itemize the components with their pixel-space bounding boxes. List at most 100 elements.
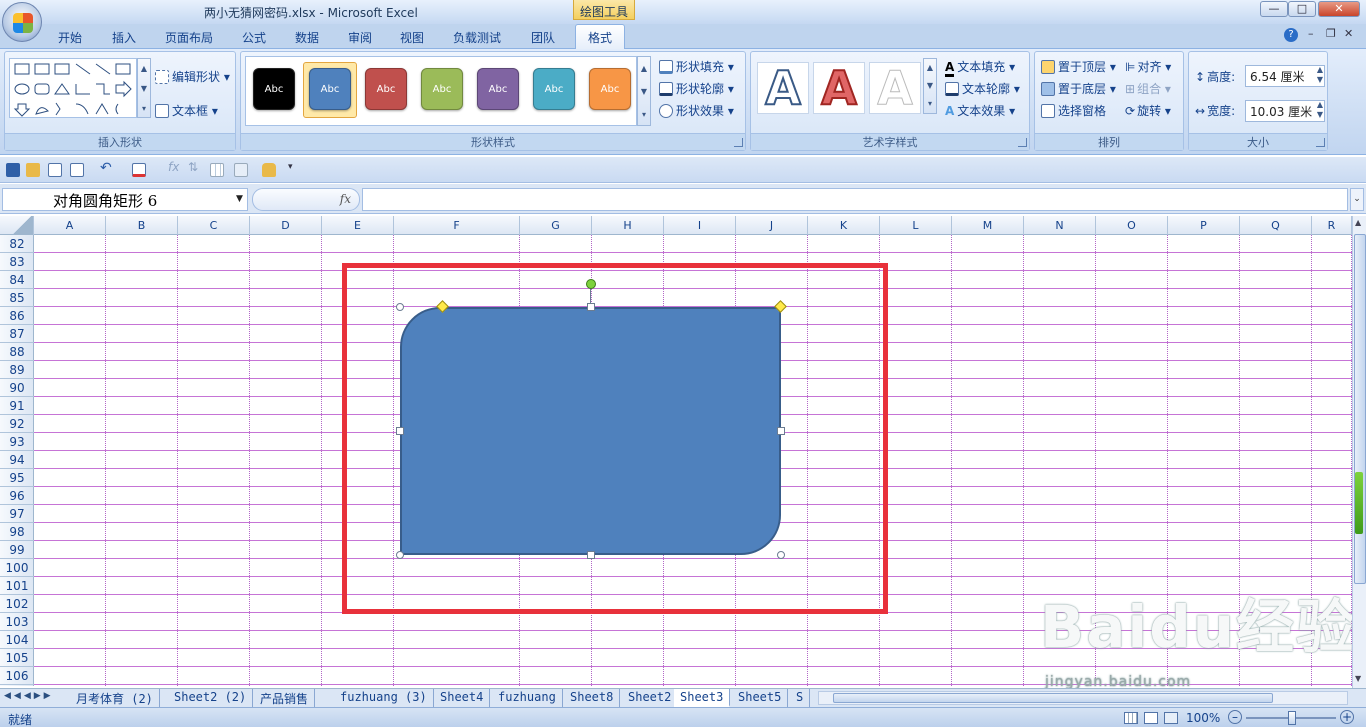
column-header-o[interactable]: O (1096, 216, 1168, 235)
horizontal-scrollbar[interactable] (818, 691, 1348, 705)
row-header-95[interactable]: 95 (0, 469, 34, 487)
maximize-button[interactable]: □ (1288, 1, 1316, 17)
close-button[interactable]: ✕ (1318, 1, 1360, 17)
row-header-87[interactable]: 87 (0, 325, 34, 343)
resize-handle-bottom[interactable] (587, 551, 595, 559)
row-header-82[interactable]: 82 (0, 235, 34, 253)
sheet-tab-5[interactable]: Sheet4 (434, 689, 491, 707)
row-header-89[interactable]: 89 (0, 361, 34, 379)
fx-icon[interactable]: fx (340, 192, 351, 206)
sheet-tab-3[interactable]: 产品销售 (254, 689, 316, 707)
row-header-105[interactable]: 105 (0, 649, 34, 667)
page-setup-icon[interactable] (70, 163, 84, 177)
sheet-nav-arrows-icon[interactable]: ◀◀◀▶▶ (4, 691, 54, 701)
column-header-l[interactable]: L (880, 216, 952, 235)
tab-review[interactable]: 审阅 (348, 27, 372, 48)
column-header-n[interactable]: N (1024, 216, 1096, 235)
resize-handle-bottom-left[interactable] (396, 551, 404, 559)
draw-border-icon[interactable] (132, 163, 146, 177)
print-preview-icon[interactable] (48, 163, 62, 177)
row-header-98[interactable]: 98 (0, 523, 34, 541)
style-swatch-red[interactable]: Abc (365, 68, 407, 110)
name-box-dropdown-icon[interactable]: ▼ (236, 194, 243, 204)
row-header-96[interactable]: 96 (0, 487, 34, 505)
rotation-handle[interactable] (586, 279, 596, 289)
row-header-97[interactable]: 97 (0, 505, 34, 523)
column-header-k[interactable]: K (808, 216, 880, 235)
column-header-p[interactable]: P (1168, 216, 1240, 235)
save-icon[interactable] (6, 163, 20, 177)
select-all-corner[interactable] (0, 216, 34, 235)
sheet-tab-9[interactable]: Sheet3 (674, 689, 731, 707)
column-header-j[interactable]: J (736, 216, 808, 235)
row-header-100[interactable]: 100 (0, 559, 34, 577)
formula-input[interactable] (362, 188, 1348, 211)
qat-customize-icon[interactable]: ▾ (288, 162, 302, 176)
sheet-tab-11[interactable]: S (790, 689, 811, 707)
page-break-view-icon[interactable] (1164, 712, 1178, 724)
column-header-a[interactable]: A (34, 216, 106, 235)
name-box[interactable]: 对角圆角矩形 6 (2, 188, 248, 211)
rotate-button[interactable]: ⟳ 旋转 ▾ (1125, 102, 1171, 119)
shape-outline-button[interactable]: 形状轮廓 ▾ (659, 80, 734, 97)
row-header-94[interactable]: 94 (0, 451, 34, 469)
row-header-103[interactable]: 103 (0, 613, 34, 631)
shape-styles-launcher-icon[interactable] (734, 138, 743, 147)
vertical-scrollbar[interactable]: ▲ ▼ (1352, 216, 1366, 688)
resize-handle-bottom-right[interactable] (777, 551, 785, 559)
diagonal-rounded-rectangle-shape[interactable] (400, 307, 781, 555)
table-icon[interactable] (210, 163, 224, 177)
tab-load-test[interactable]: 负载测试 (453, 27, 501, 48)
help-icon[interactable]: ? (1284, 28, 1298, 42)
zoom-slider-thumb[interactable] (1288, 711, 1296, 725)
sheet-tab-1[interactable]: 月考体育 (2) (70, 689, 160, 707)
text-outline-button[interactable]: 文本轮廓 ▾ (945, 80, 1020, 97)
row-header-101[interactable]: 101 (0, 577, 34, 595)
column-header-c[interactable]: C (178, 216, 250, 235)
page-layout-view-icon[interactable] (1144, 712, 1158, 724)
tab-view[interactable]: 视图 (400, 27, 424, 48)
shape-effects-button[interactable]: 形状效果 ▾ (659, 102, 734, 119)
zoom-out-icon[interactable]: – (1228, 710, 1242, 724)
wordart-gallery-scroll[interactable]: ▲ ▼ ▾ (923, 58, 937, 114)
shape-styles-scroll[interactable]: ▲ ▼ ▾ (637, 56, 651, 126)
selection-pane-button[interactable]: 选择窗格 (1041, 102, 1106, 119)
wordart-style-red[interactable]: A (813, 62, 865, 114)
style-swatch-green[interactable]: Abc (421, 68, 463, 110)
wordart-style-outline[interactable]: A (757, 62, 809, 114)
tab-data[interactable]: 数据 (295, 27, 319, 48)
tab-format[interactable]: 格式 (575, 24, 626, 50)
sheet-tab-7[interactable]: Sheet8 (564, 689, 621, 707)
sheet-tab-4[interactable]: fuzhuang (3) (334, 689, 434, 707)
open-folder-icon[interactable] (26, 163, 40, 177)
group-button[interactable]: ⊞ 组合 ▾ (1125, 80, 1171, 97)
zoom-level[interactable]: 100% (1186, 711, 1220, 725)
textbox-button[interactable]: 文本框 ▾ (155, 102, 218, 119)
row-header-93[interactable]: 93 (0, 433, 34, 451)
resize-handle-top-left[interactable] (396, 303, 404, 311)
column-header-m[interactable]: M (952, 216, 1024, 235)
shape-fill-button[interactable]: 形状填充 ▾ (659, 58, 734, 75)
column-header-q[interactable]: Q (1240, 216, 1312, 235)
normal-view-icon[interactable] (1124, 712, 1138, 724)
function-icon[interactable]: fx (168, 160, 182, 174)
column-header-f[interactable]: F (394, 216, 520, 235)
height-spinner[interactable]: ▲ ▼ (1313, 65, 1327, 87)
tab-insert[interactable]: 插入 (112, 27, 136, 48)
lock-icon[interactable] (262, 163, 276, 177)
row-header-92[interactable]: 92 (0, 415, 34, 433)
undo-icon[interactable]: ↶ (100, 160, 114, 176)
ribbon-minimize-icon[interactable]: – (1308, 27, 1314, 40)
row-header-83[interactable]: 83 (0, 253, 34, 271)
row-header-106[interactable]: 106 (0, 667, 34, 685)
wordart-style-white[interactable]: A (869, 62, 921, 114)
minimize-button[interactable]: — (1260, 1, 1288, 17)
shapes-gallery[interactable] (9, 58, 137, 118)
size-launcher-icon[interactable] (1316, 138, 1325, 147)
style-swatch-orange[interactable]: Abc (589, 68, 631, 110)
horizontal-scroll-thumb[interactable] (833, 693, 1273, 703)
send-to-back-button[interactable]: 置于底层 ▾ (1041, 80, 1116, 97)
style-swatch-black[interactable]: Abc (253, 68, 295, 110)
form-icon[interactable] (234, 163, 248, 177)
shapes-gallery-scroll[interactable]: ▲ ▼ ▾ (137, 58, 151, 118)
